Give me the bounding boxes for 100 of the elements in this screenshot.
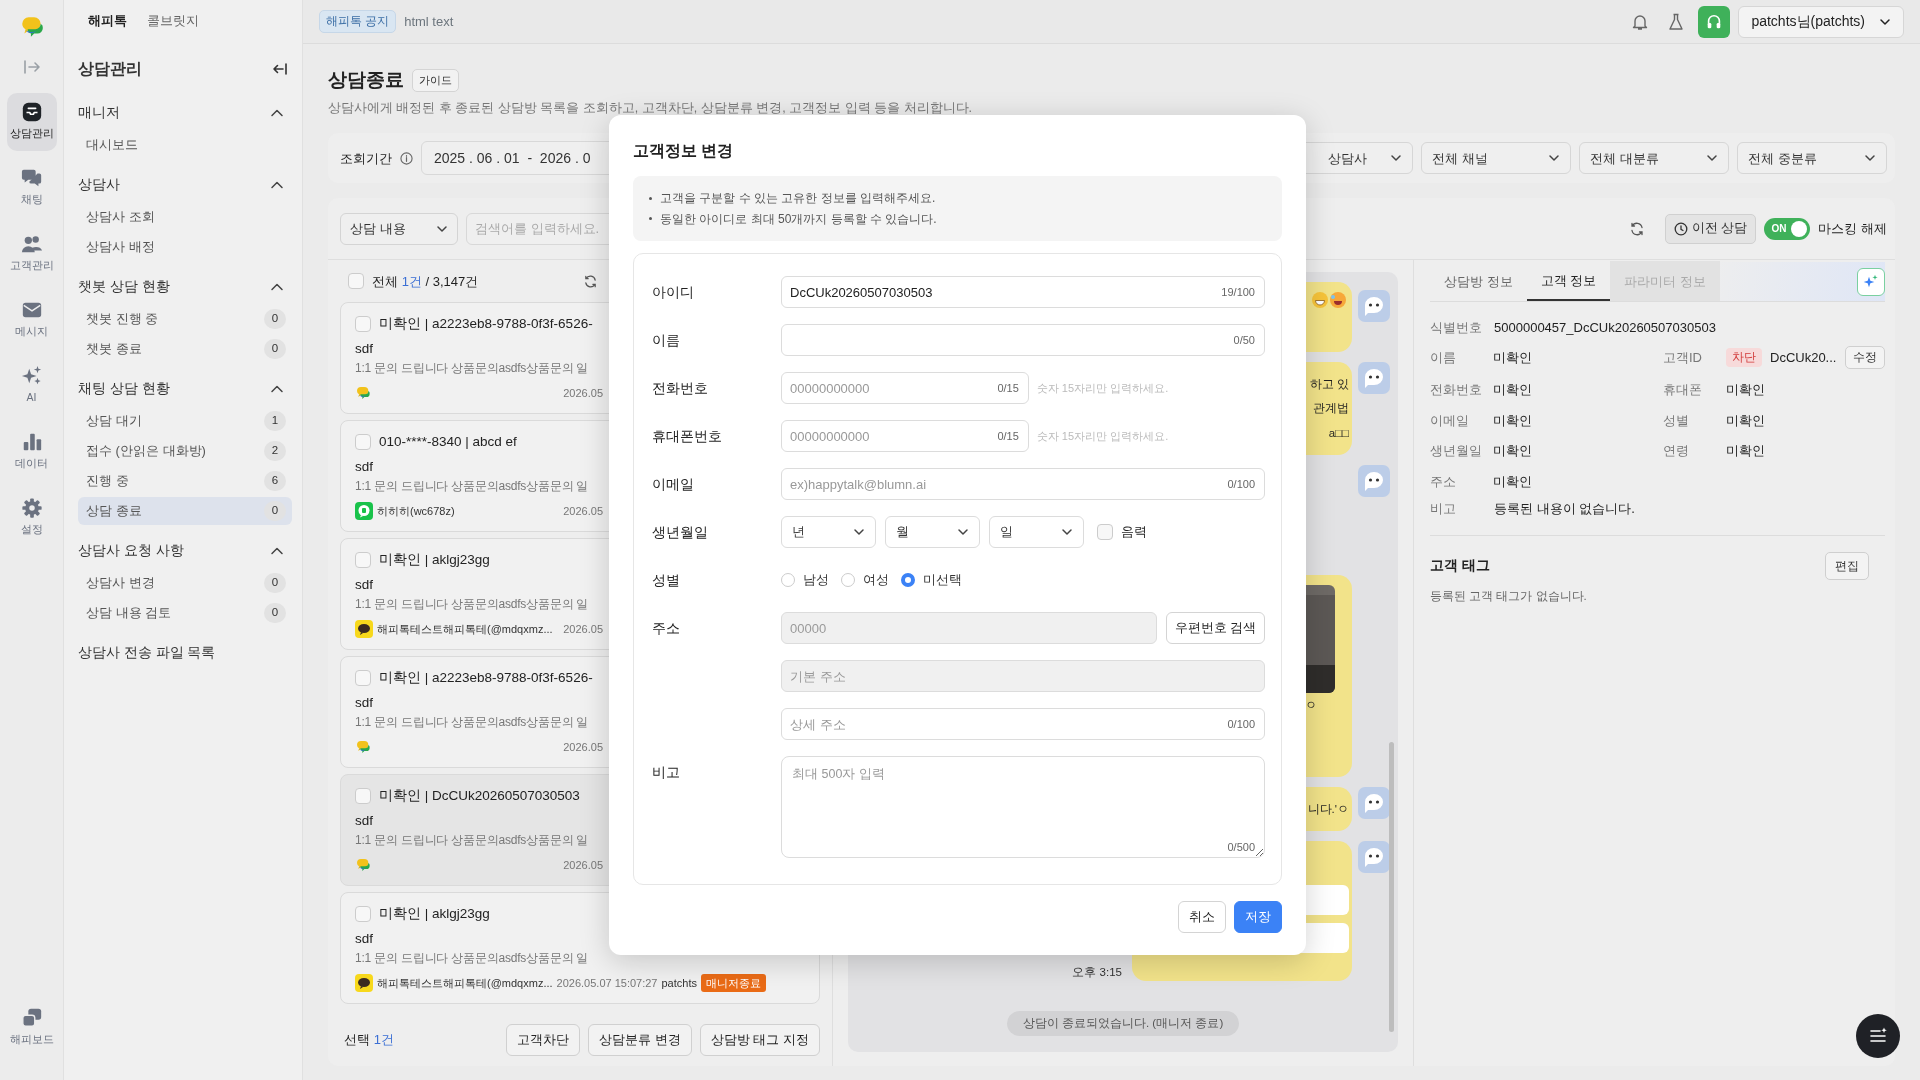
action-button[interactable]: 고객차단: [506, 1024, 581, 1056]
channel-name: 해피톡테스트해피톡테(@mdqxmz...: [377, 621, 553, 637]
sidebar-item[interactable]: 상담 종료 0: [78, 496, 292, 525]
field-label: 연령: [1663, 442, 1690, 460]
rail-item[interactable]: 설정: [6, 488, 57, 547]
message-text: 하고 있: [1309, 377, 1349, 393]
field-label: 비고: [1430, 500, 1457, 518]
sidebar-item[interactable]: 상담사 조회: [78, 202, 292, 231]
stacked-squares-icon: [20, 1006, 43, 1029]
field-value: DcCUk20...: [1770, 348, 1837, 367]
count-badge: 1: [264, 410, 286, 431]
headset-button[interactable]: [1698, 5, 1731, 38]
char-counter: 0/50: [1233, 332, 1255, 348]
field-value: 미확인: [1726, 381, 1765, 399]
action-button[interactable]: 상담방 태그 지정: [699, 1024, 820, 1056]
hint-text: 숫자 15자리만 입력하세요.: [1036, 428, 1169, 444]
checkbox[interactable]: [355, 788, 371, 805]
grin-emoji-icon: [1312, 292, 1328, 309]
gear-icon: [20, 497, 43, 520]
bot-avatar-icon: [1358, 840, 1390, 873]
system-message: 상담이 종료되었습니다. (매니저 종료): [1006, 1010, 1240, 1036]
group-header[interactable]: 상담사: [78, 168, 292, 201]
date-select[interactable]: 년: [781, 516, 876, 549]
char-counter: 0/100: [1227, 716, 1255, 732]
sidebar-item[interactable]: 상담 대기 1: [78, 406, 292, 435]
char-counter: 0/100: [1227, 476, 1255, 492]
ai-assist-button[interactable]: [1857, 267, 1885, 296]
field-label: 이름: [1430, 348, 1457, 367]
field-label: 식별번호: [1430, 319, 1483, 338]
sidebar-item[interactable]: 진행 중 6: [78, 466, 292, 495]
group-header[interactable]: 상담사 요청 사항: [78, 534, 292, 567]
input-field[interactable]: [781, 324, 1265, 357]
conversation-title: 미확인 | DcCUk20260507030503: [379, 787, 580, 806]
clock-icon: [1673, 221, 1688, 236]
edit-button[interactable]: 수정: [1845, 345, 1885, 369]
rail-item[interactable]: 고객관리: [6, 224, 57, 283]
postcode-search-button[interactable]: 우편번호 검색: [1165, 612, 1265, 645]
group-header[interactable]: 채팅 상담 현황: [78, 372, 292, 405]
checkbox[interactable]: [355, 316, 371, 333]
cancel-button[interactable]: 취소: [1178, 900, 1226, 933]
rail-item[interactable]: 해피보드: [6, 998, 57, 1056]
list-count: 전체 1건 / 3,147건: [372, 272, 479, 291]
field-value: 미확인: [1493, 381, 1532, 399]
previous-consult-button[interactable]: 이전 상담: [1664, 213, 1757, 244]
group-header[interactable]: 챗봇 상담 현황: [78, 270, 292, 303]
conversation-title: 미확인 | aklgj23gg: [379, 905, 490, 924]
sidebar-tab[interactable]: 콜브릿지: [137, 0, 209, 41]
edit-button[interactable]: 편집: [1825, 551, 1869, 580]
field-label: 성별: [651, 570, 681, 590]
rail-item[interactable]: 데이터: [6, 422, 57, 481]
search-type-select[interactable]: 상담 내용: [340, 212, 458, 245]
sidebar-item[interactable]: 상담사 변경 0: [78, 568, 292, 597]
rail-item[interactable]: 상담관리: [6, 92, 57, 151]
field-label: 성별: [1663, 411, 1690, 430]
page-description: 상담사에게 배정된 후 종료된 상담방 목록을 조회하고, 고객차단, 상담분류 변경, 고객정보 입력 등을 처리합니다.: [328, 99, 974, 117]
count-badge: 2: [264, 440, 286, 461]
scrollbar[interactable]: [1389, 742, 1394, 1033]
checkbox[interactable]: [355, 670, 371, 687]
checkbox[interactable]: [355, 434, 371, 451]
rail-item[interactable]: 채팅: [6, 158, 57, 217]
save-button[interactable]: 저장: [1234, 900, 1282, 933]
group-header[interactable]: 매니저: [78, 96, 292, 129]
radio-button[interactable]: [841, 573, 855, 588]
sidebar-item[interactable]: 챗봇 진행 중 0: [78, 304, 292, 333]
sidebar-item[interactable]: 상담사 배정: [78, 232, 292, 261]
rail-item[interactable]: 메시지: [6, 290, 57, 349]
sidebar-item[interactable]: 대시보드: [78, 130, 292, 159]
sidebar-item[interactable]: 접수 (안읽은 대화방) 2: [78, 436, 292, 465]
conversation-title: 미확인 | a2223eb8-9788-0f3f-6526-: [379, 669, 593, 688]
field-label: 전화번호: [651, 378, 709, 398]
rail-item[interactable]: AI: [6, 356, 57, 415]
message-preview: 1:1 문의 드립니다 상품문의asdfs상품문의 일: [355, 949, 589, 967]
sidebar-title: 상담관리: [78, 58, 142, 79]
page-title: 상담종료: [328, 68, 404, 92]
date-select[interactable]: 일: [989, 516, 1084, 549]
collapse-arrow-icon[interactable]: [272, 60, 288, 77]
message-text: ㅇ: [1305, 697, 1317, 713]
info-icon: [400, 151, 413, 165]
date-select[interactable]: 월: [885, 516, 980, 549]
radio-button[interactable]: [901, 573, 915, 588]
filter-select[interactable]: 전체 대분류: [1579, 142, 1729, 175]
field-value: 미확인: [1493, 442, 1532, 460]
filter-select[interactable]: 전체 중분류: [1737, 142, 1887, 175]
sidebar-item[interactable]: 상담 내용 검토 0: [78, 598, 292, 627]
notice-text[interactable]: html text: [404, 11, 454, 32]
guide-button[interactable]: 가이드: [412, 69, 459, 92]
user-menu-button[interactable]: patchts님(patchts): [1738, 5, 1904, 38]
checkbox[interactable]: [355, 906, 371, 923]
sidebar-link[interactable]: 상담사 전송 파일 목록: [78, 636, 292, 669]
bot-avatar-icon: [1358, 290, 1390, 323]
info-tab[interactable]: 상담방 정보: [1430, 261, 1527, 302]
action-button[interactable]: 상담분류 변경: [588, 1024, 692, 1056]
checkbox[interactable]: [355, 552, 371, 569]
sidebar-item[interactable]: 챗봇 종료 0: [78, 334, 292, 363]
sidebar-tab[interactable]: 해피톡: [78, 0, 137, 41]
radio-button[interactable]: [781, 573, 795, 588]
checkbox[interactable]: [348, 273, 364, 290]
filter-select[interactable]: 전체 채널: [1421, 142, 1571, 175]
bot-avatar-icon: [1358, 362, 1390, 395]
checkbox[interactable]: [1097, 524, 1113, 541]
